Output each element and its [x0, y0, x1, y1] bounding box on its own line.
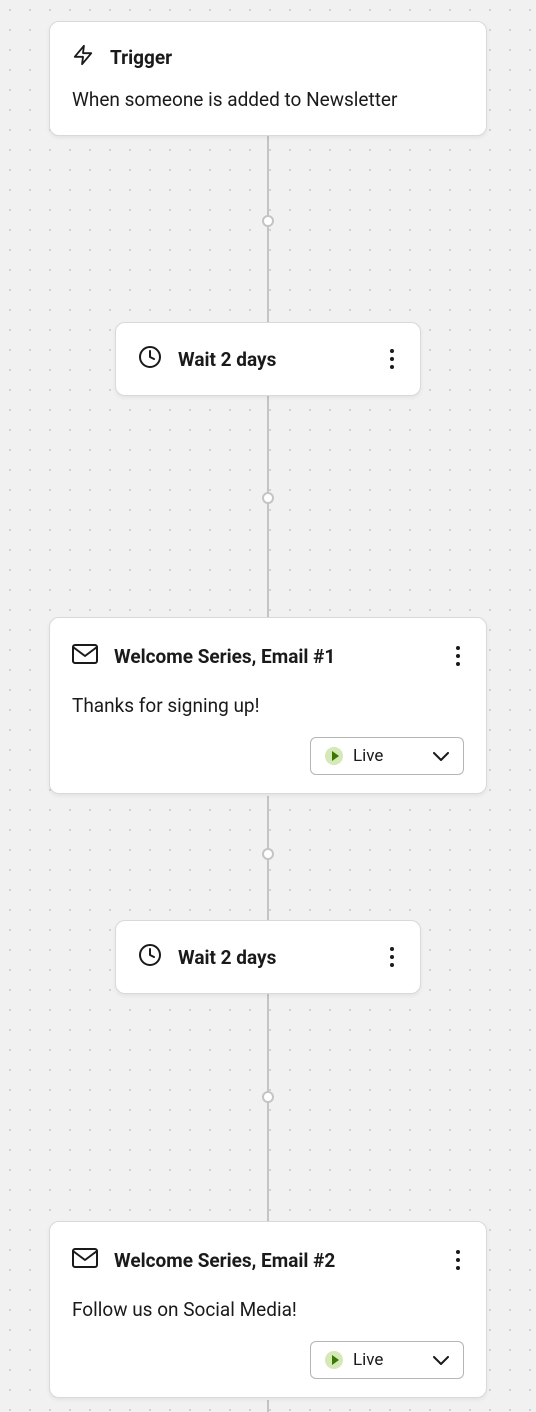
live-status-icon	[325, 1351, 343, 1369]
email-step-description: Thanks for signing up!	[72, 694, 464, 717]
chevron-down-icon	[433, 747, 449, 766]
status-label: Live	[353, 1350, 383, 1370]
more-options-button[interactable]	[452, 640, 464, 672]
wait-step-title: Wait 2 days	[178, 946, 276, 969]
more-options-button[interactable]	[386, 941, 398, 973]
wait-step-1[interactable]: Wait 2 days	[115, 322, 421, 396]
chevron-down-icon	[433, 1351, 449, 1370]
trigger-card[interactable]: Trigger When someone is added to Newslet…	[49, 21, 487, 136]
email-step-2[interactable]: Welcome Series, Email #2 Follow us on So…	[49, 1221, 487, 1398]
email-step-title: Welcome Series, Email #2	[114, 1249, 335, 1272]
wait-step-2[interactable]: Wait 2 days	[115, 920, 421, 994]
wait-step-title: Wait 2 days	[178, 348, 276, 371]
email-step-description: Follow us on Social Media!	[72, 1298, 464, 1321]
trigger-title: Trigger	[110, 46, 172, 69]
email-step-1[interactable]: Welcome Series, Email #1 Thanks for sign…	[49, 617, 487, 794]
mail-icon	[72, 1248, 98, 1272]
email-step-title: Welcome Series, Email #1	[114, 645, 335, 668]
more-vertical-icon	[390, 945, 394, 969]
trigger-description: When someone is added to Newsletter	[72, 88, 464, 113]
status-dropdown[interactable]: Live	[310, 1341, 464, 1379]
more-vertical-icon	[390, 347, 394, 371]
mail-icon	[72, 644, 98, 668]
live-status-icon	[325, 747, 343, 765]
status-label: Live	[353, 746, 383, 766]
status-dropdown[interactable]: Live	[310, 737, 464, 775]
clock-icon	[138, 345, 162, 373]
more-options-button[interactable]	[386, 343, 398, 375]
clock-icon	[138, 943, 162, 971]
bolt-icon	[72, 44, 94, 70]
more-vertical-icon	[456, 1248, 460, 1272]
more-vertical-icon	[456, 644, 460, 668]
more-options-button[interactable]	[452, 1244, 464, 1276]
